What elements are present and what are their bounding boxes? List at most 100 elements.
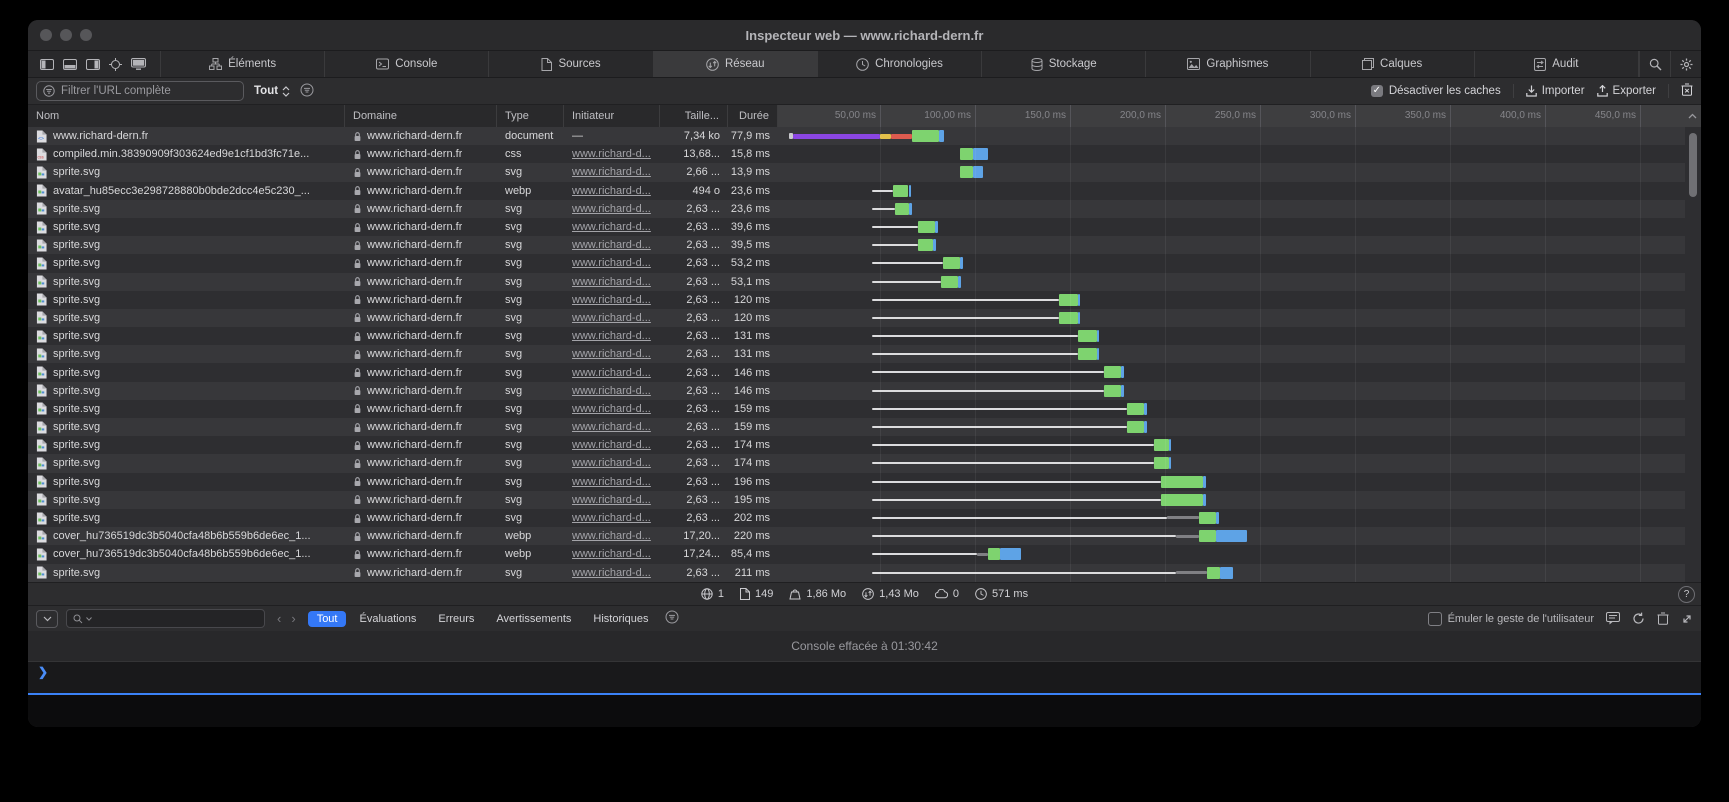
column-header-initiator[interactable]: Initiateur (564, 105, 660, 127)
initiator-link[interactable]: www.richard-d... (572, 148, 651, 160)
table-row[interactable]: sprite.svgwww.richard-dern.frsvgwww.rich… (28, 163, 1701, 181)
initiator-link[interactable]: www.richard-d... (572, 276, 651, 288)
initiator-link[interactable]: www.richard-d... (572, 421, 651, 433)
table-row[interactable]: <>www.richard-dern.frwww.richard-dern.fr… (28, 127, 1701, 145)
table-row[interactable]: sprite.svgwww.richard-dern.frsvgwww.rich… (28, 436, 1701, 454)
table-row[interactable]: sprite.svgwww.richard-dern.frsvgwww.rich… (28, 418, 1701, 436)
console-tab-historiques[interactable]: Historiques (584, 611, 657, 627)
expand-console-icon[interactable] (1681, 613, 1693, 625)
table-row[interactable]: sprite.svgwww.richard-dern.frsvgwww.rich… (28, 273, 1701, 291)
table-row[interactable]: sprite.svgwww.richard-dern.frsvgwww.rich… (28, 473, 1701, 491)
initiator-link[interactable]: www.richard-d... (572, 312, 651, 324)
table-row[interactable]: csscompiled.min.38390909f303624ed9e1cf1b… (28, 145, 1701, 163)
tab-calques[interactable]: Calques (1311, 51, 1475, 77)
initiator-link[interactable]: www.richard-d... (572, 348, 651, 360)
console-tab-avertissements[interactable]: Avertissements (487, 611, 580, 627)
initiator-link[interactable]: www.richard-d... (572, 185, 651, 197)
tab-console[interactable]: Console (325, 51, 489, 77)
import-button[interactable]: Importer (1526, 85, 1585, 97)
tab-graphismes[interactable]: Graphismes (1146, 51, 1310, 77)
scrollbar-thumb[interactable] (1689, 133, 1697, 197)
disable-caches-checkbox[interactable]: ✓ Désactiver les caches (1371, 85, 1501, 97)
initiator-link[interactable]: www.richard-d... (572, 567, 651, 579)
initiator-link[interactable]: www.richard-d... (572, 494, 651, 506)
initiator-link[interactable]: www.richard-d... (572, 385, 651, 397)
table-row[interactable]: sprite.svgwww.richard-dern.frsvgwww.rich… (28, 400, 1701, 418)
console-search-input[interactable] (66, 609, 265, 628)
previous-result-button[interactable]: ‹ (277, 611, 281, 626)
initiator-link[interactable]: www.richard-d... (572, 512, 651, 524)
initiator-link[interactable]: www.richard-d... (572, 439, 651, 451)
console-tab-tout[interactable]: Tout (308, 611, 347, 627)
tab-label: Chronologies (875, 58, 943, 70)
initiator-link[interactable]: www.richard-d... (572, 403, 651, 415)
initiator-link[interactable]: www.richard-d... (572, 548, 651, 560)
table-row[interactable]: cover_hu736519dc3b5040cfa48b6b559b6de6ec… (28, 527, 1701, 545)
initiator-link[interactable]: www.richard-d... (572, 530, 651, 542)
export-button[interactable]: Exporter (1597, 85, 1656, 97)
table-row[interactable]: sprite.svgwww.richard-dern.frsvgwww.rich… (28, 345, 1701, 363)
refresh-icon[interactable] (1632, 612, 1645, 625)
initiator-link[interactable]: www.richard-d... (572, 457, 651, 469)
console-tab-evaluations[interactable]: Évaluations (350, 611, 425, 627)
scrollbar[interactable] (1685, 127, 1701, 582)
table-row[interactable]: sprite.svgwww.richard-dern.frsvgwww.rich… (28, 491, 1701, 509)
initiator-link[interactable]: www.richard-d... (572, 294, 651, 306)
chevron-up-icon[interactable] (1688, 110, 1697, 122)
dock-right-icon[interactable] (86, 59, 100, 70)
tab-reseau[interactable]: Réseau (654, 51, 818, 77)
console-prompt-row[interactable]: ❯ (28, 662, 1701, 695)
console-scope-icon[interactable] (36, 610, 58, 628)
table-row[interactable]: sprite.svgwww.richard-dern.frsvgwww.rich… (28, 200, 1701, 218)
table-row[interactable]: sprite.svgwww.richard-dern.frsvgwww.rich… (28, 254, 1701, 272)
clear-network-items-icon[interactable] (1681, 83, 1693, 99)
table-row[interactable]: sprite.svgwww.richard-dern.frsvgwww.rich… (28, 363, 1701, 381)
emulate-user-gesture-checkbox[interactable]: Émuler le geste de l'utilisateur (1428, 612, 1594, 626)
table-row[interactable]: sprite.svgwww.richard-dern.frsvgwww.rich… (28, 509, 1701, 527)
device-settings-icon[interactable] (131, 58, 146, 70)
next-result-button[interactable]: › (291, 611, 295, 626)
column-header-duration[interactable]: Durée (728, 105, 778, 127)
tab-audit[interactable]: Audit (1475, 51, 1639, 77)
console-filter-options-icon[interactable] (665, 610, 679, 627)
tab-elements[interactable]: Éléments (161, 51, 325, 77)
element-picker-icon[interactable] (109, 58, 122, 71)
tab-chronologies[interactable]: Chronologies (818, 51, 982, 77)
search-icon[interactable] (1639, 51, 1670, 77)
table-row[interactable]: sprite.svgwww.richard-dern.frsvgwww.rich… (28, 327, 1701, 345)
initiator-link[interactable]: www.richard-d... (572, 330, 651, 342)
initiator-link[interactable]: www.richard-d... (572, 203, 651, 215)
table-row[interactable]: sprite.svgwww.richard-dern.frsvgwww.rich… (28, 309, 1701, 327)
trash-icon[interactable] (1657, 612, 1669, 625)
table-row[interactable]: sprite.svgwww.richard-dern.frsvgwww.rich… (28, 382, 1701, 400)
titlebar[interactable]: Inspecteur web — www.richard-dern.fr (28, 20, 1701, 50)
column-header-name[interactable]: Nom (28, 105, 345, 127)
dock-left-icon[interactable] (40, 59, 54, 70)
gear-icon[interactable] (1670, 51, 1701, 77)
column-header-type[interactable]: Type (497, 105, 564, 127)
console-messages-icon[interactable] (1606, 612, 1620, 625)
table-row[interactable]: avatar_hu85ecc3e298728880b0bde2dcc4e5c23… (28, 182, 1701, 200)
table-row[interactable]: sprite.svgwww.richard-dern.frsvgwww.rich… (28, 564, 1701, 582)
table-row[interactable]: sprite.svgwww.richard-dern.frsvgwww.rich… (28, 236, 1701, 254)
table-row[interactable]: sprite.svgwww.richard-dern.frsvgwww.rich… (28, 454, 1701, 472)
initiator-link[interactable]: www.richard-d... (572, 166, 651, 178)
tab-stockage[interactable]: Stockage (982, 51, 1146, 77)
table-row[interactable]: sprite.svgwww.richard-dern.frsvgwww.rich… (28, 291, 1701, 309)
table-row[interactable]: cover_hu736519dc3b5040cfa48b6b559b6de6ec… (28, 545, 1701, 563)
filter-options-icon[interactable] (300, 83, 314, 100)
initiator-link[interactable]: www.richard-d... (572, 476, 651, 488)
initiator-link[interactable]: www.richard-d... (572, 367, 651, 379)
url-filter-field[interactable]: Filtrer l'URL complète (36, 81, 244, 101)
column-header-size[interactable]: Taille... (660, 105, 728, 127)
resource-type-select[interactable]: Tout (254, 85, 290, 97)
initiator-link[interactable]: www.richard-d... (572, 257, 651, 269)
initiator-link[interactable]: www.richard-d... (572, 239, 651, 251)
table-row[interactable]: sprite.svgwww.richard-dern.frsvgwww.rich… (28, 218, 1701, 236)
help-button[interactable]: ? (1678, 586, 1695, 603)
dock-bottom-icon[interactable] (63, 59, 77, 70)
console-tab-erreurs[interactable]: Erreurs (429, 611, 483, 627)
tab-sources[interactable]: Sources (489, 51, 653, 77)
initiator-link[interactable]: www.richard-d... (572, 221, 651, 233)
column-header-domain[interactable]: Domaine (345, 105, 497, 127)
